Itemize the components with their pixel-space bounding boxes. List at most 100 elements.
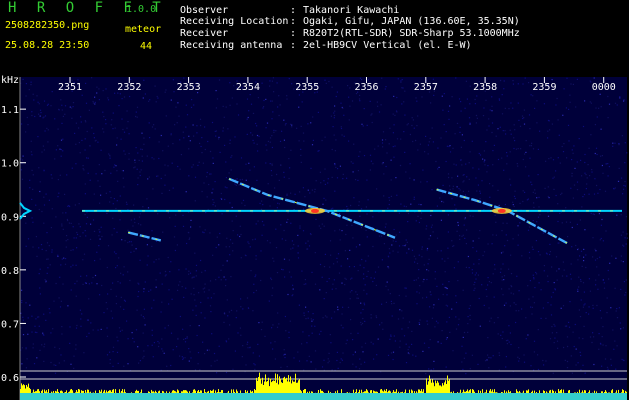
noise-speck bbox=[619, 96, 621, 98]
noise-speck bbox=[478, 258, 480, 261]
noise-speck bbox=[549, 338, 552, 340]
noise-speck bbox=[362, 308, 364, 311]
noise-speck bbox=[47, 103, 49, 105]
noise-speck bbox=[592, 213, 594, 215]
noise-speck bbox=[471, 354, 473, 356]
noise-speck bbox=[252, 352, 254, 354]
noise-speck bbox=[460, 159, 462, 161]
noise-speck bbox=[298, 360, 301, 362]
noise-speck bbox=[346, 339, 348, 341]
noise-speck bbox=[75, 122, 77, 124]
noise-speck bbox=[456, 186, 458, 188]
noise-speck bbox=[216, 236, 218, 238]
noise-speck bbox=[490, 282, 492, 284]
noise-speck bbox=[185, 104, 187, 106]
noise-speck bbox=[272, 111, 274, 113]
noise-speck bbox=[44, 279, 46, 281]
noise-speck bbox=[280, 224, 282, 226]
noise-speck bbox=[497, 317, 499, 319]
noise-speck bbox=[605, 163, 607, 165]
noise-speck bbox=[301, 101, 303, 103]
noise-speck bbox=[189, 140, 191, 142]
noise-speck bbox=[241, 356, 243, 358]
noise-speck bbox=[200, 145, 202, 148]
noise-speck bbox=[442, 184, 444, 186]
noise-speck bbox=[200, 301, 202, 304]
noise-speck bbox=[38, 273, 40, 275]
noise-speck bbox=[270, 100, 272, 102]
noise-speck bbox=[25, 95, 27, 97]
noise-speck bbox=[505, 366, 507, 368]
noise-speck bbox=[517, 165, 519, 167]
noise-speck bbox=[390, 335, 392, 337]
noise-speck bbox=[493, 296, 495, 298]
noise-speck bbox=[220, 269, 222, 271]
noise-speck bbox=[513, 195, 516, 197]
observation-datetime: 25.08.28 23:50 bbox=[5, 40, 90, 51]
noise-speck bbox=[204, 353, 206, 355]
noise-speck bbox=[31, 169, 33, 171]
noise-speck bbox=[339, 362, 341, 364]
noise-speck bbox=[469, 305, 471, 307]
noise-speck bbox=[172, 187, 174, 189]
noise-speck bbox=[77, 79, 79, 81]
noise-speck bbox=[137, 346, 139, 348]
noise-speck bbox=[311, 189, 313, 191]
noise-speck bbox=[449, 188, 451, 191]
antenna-colon: : bbox=[290, 40, 297, 51]
noise-speck bbox=[256, 179, 258, 181]
noise-speck bbox=[178, 284, 180, 286]
noise-speck bbox=[600, 106, 602, 108]
noise-speck bbox=[182, 328, 184, 330]
noise-speck bbox=[54, 346, 56, 348]
noise-speck bbox=[425, 135, 427, 137]
noise-speck bbox=[245, 163, 247, 165]
noise-speck bbox=[218, 276, 220, 278]
noise-speck bbox=[188, 348, 190, 350]
noise-speck bbox=[556, 270, 558, 272]
noise-speck bbox=[88, 332, 90, 334]
noise-speck bbox=[371, 121, 373, 124]
noise-speck bbox=[106, 335, 109, 337]
noise-speck bbox=[260, 329, 263, 331]
noise-speck bbox=[139, 171, 141, 173]
noise-speck bbox=[334, 150, 336, 152]
noise-speck bbox=[165, 115, 167, 117]
noise-speck bbox=[39, 181, 41, 183]
noise-speck bbox=[407, 349, 409, 351]
noise-speck bbox=[215, 279, 217, 281]
noise-speck bbox=[287, 212, 289, 214]
noise-speck bbox=[237, 332, 239, 334]
noise-speck bbox=[335, 288, 337, 290]
noise-speck bbox=[95, 173, 97, 175]
noise-speck bbox=[447, 247, 449, 249]
noise-speck bbox=[249, 94, 251, 96]
noise-speck bbox=[306, 248, 308, 250]
noise-speck bbox=[34, 325, 36, 327]
noise-speck bbox=[177, 165, 179, 168]
noise-speck bbox=[411, 343, 413, 345]
noise-speck bbox=[75, 237, 77, 239]
noise-speck bbox=[149, 137, 151, 139]
noise-speck bbox=[475, 122, 477, 124]
noise-speck bbox=[291, 240, 293, 242]
noise-speck bbox=[271, 100, 273, 102]
noise-speck bbox=[54, 372, 57, 374]
noise-speck bbox=[388, 143, 390, 145]
noise-speck bbox=[552, 372, 554, 374]
noise-speck bbox=[284, 356, 286, 359]
noise-speck bbox=[131, 332, 133, 334]
noise-speck bbox=[457, 224, 459, 226]
noise-speck bbox=[80, 121, 82, 123]
noise-speck bbox=[363, 267, 365, 269]
noise-speck bbox=[400, 81, 402, 83]
noise-speck bbox=[324, 168, 326, 170]
noise-speck bbox=[31, 331, 33, 333]
noise-speck bbox=[509, 129, 511, 131]
noise-speck bbox=[385, 223, 387, 225]
noise-speck bbox=[225, 279, 227, 281]
noise-speck bbox=[537, 354, 539, 356]
noise-speck bbox=[312, 313, 314, 315]
noise-speck bbox=[451, 177, 453, 179]
noise-speck bbox=[577, 362, 579, 364]
